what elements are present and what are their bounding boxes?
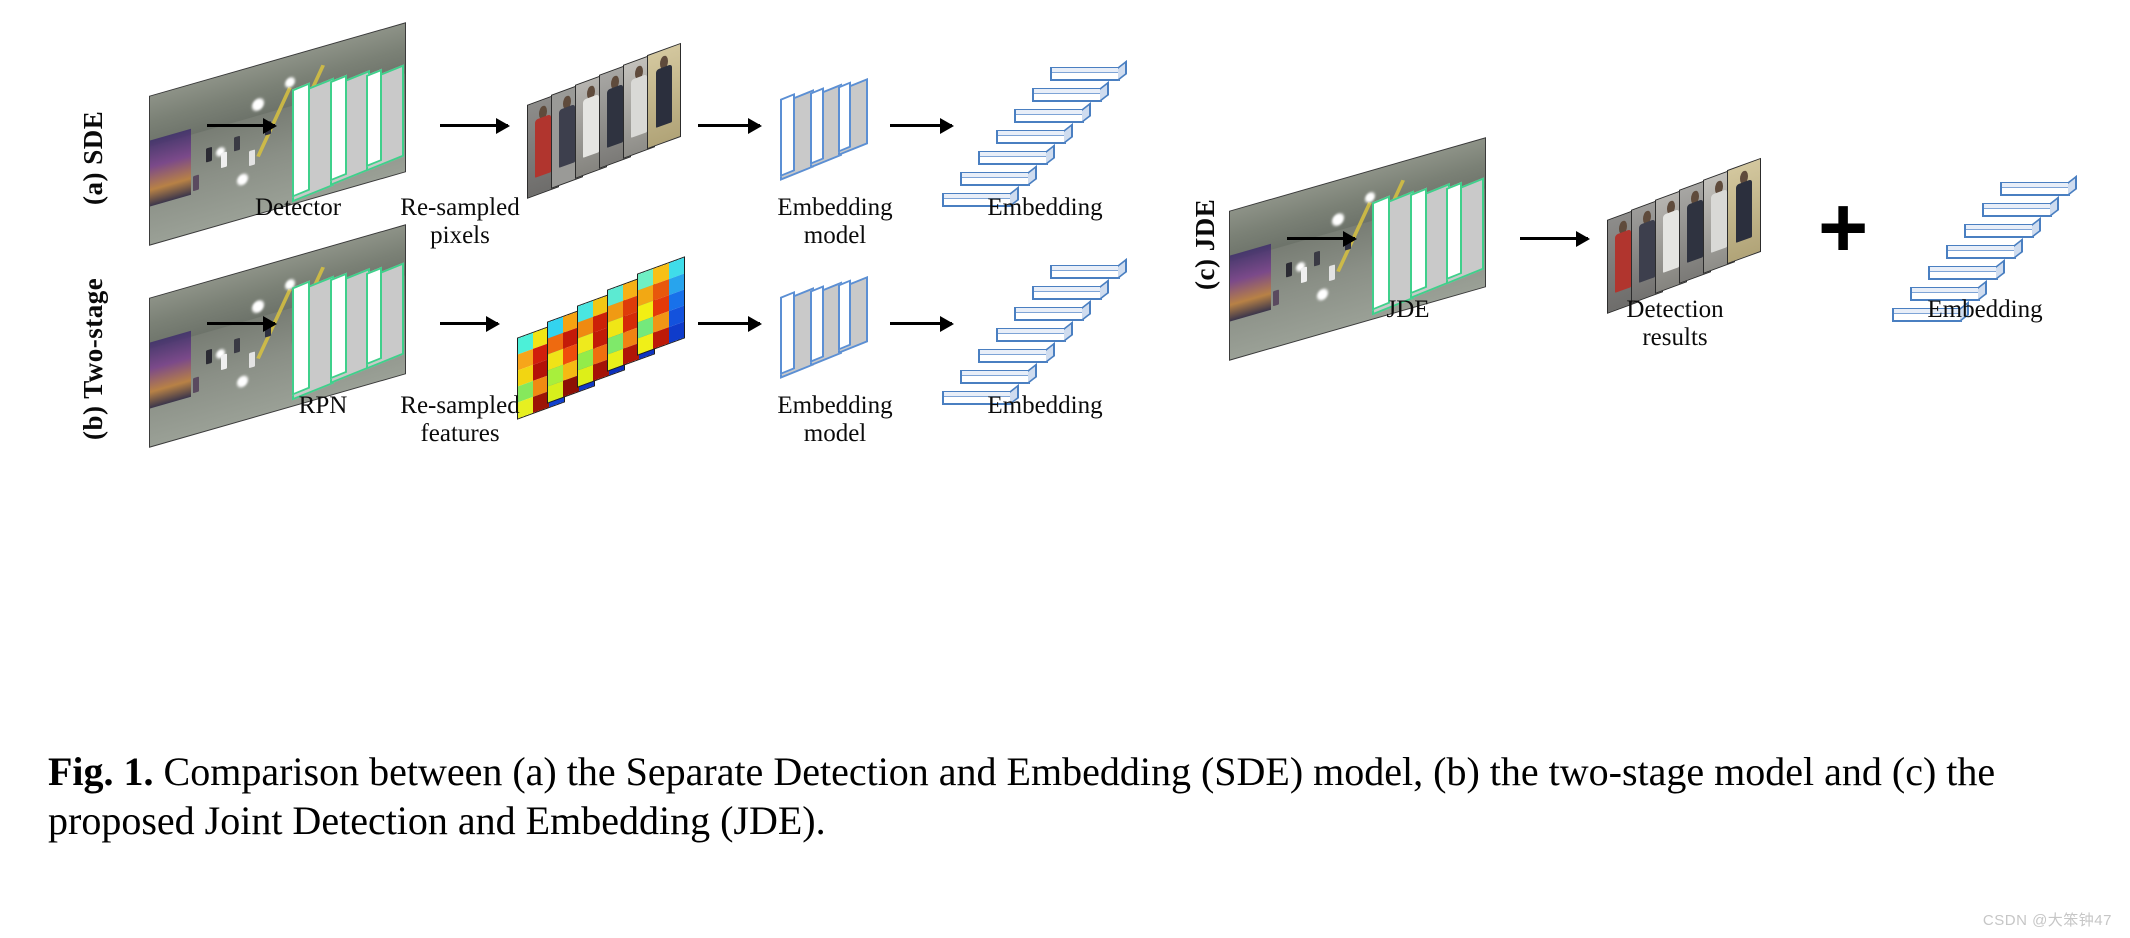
caption-re-sampled-features: Re-sampled features [400,392,520,447]
row-label-jde: (c) JDE [1190,198,1220,290]
scene-shopfront [150,129,191,207]
caption-embedding-model-two-stage: Embedding model [777,392,893,447]
embedding-bars-jde [1890,170,2080,322]
embedding-bar [1050,257,1127,279]
embedding-bar [996,122,1073,144]
conv-slab-face [330,74,347,182]
watermark: CSDN @大笨钟47 [1982,912,2112,929]
embedding-model-convnet-sde [780,72,890,182]
rpn-convnet [292,250,422,401]
conv-slab-face [780,92,795,178]
caption-embedding-sde: Embedding [987,194,1103,221]
figure-caption-label: Fig. 1. [48,749,154,794]
arrow-two-stage-1 [207,322,275,325]
scene-pedestrian [206,146,213,163]
arrow-sde-1 [207,124,275,127]
embedding-bar [1928,258,2005,280]
conv-slab-face [366,68,382,168]
conv-slab-face [838,81,851,153]
conv-slab-face [780,290,795,376]
scene-pedestrian [1301,266,1308,284]
embedding-bars-sde [940,55,1130,207]
figure-caption: Fig. 1. Comparison between (a) the Separ… [48,748,2088,846]
embedding-bar [2000,174,2077,196]
conv-slab-face [810,285,824,363]
person-patch [1728,159,1760,263]
scene-pedestrian [1273,289,1280,306]
arrow-sde-2 [440,124,508,127]
conv-slab-face [810,87,824,165]
figure-container: (a) SDE Detector Re-sampled pixels Embed… [0,0,2130,938]
detection-results-stack [1608,159,1768,313]
scene-shopfront [1230,244,1271,322]
scene-pedestrian [1286,261,1293,278]
re-sampled-pixels-stack [528,44,688,198]
embedding-bar [1032,278,1109,300]
scene-pedestrian [221,151,228,169]
scene-pedestrian [193,376,200,393]
embedding-bar [1050,59,1127,81]
arrow-jde-1 [1287,237,1355,240]
conv-slab-face [1446,181,1462,281]
caption-jde: JDE [1386,296,1430,323]
row-label-sde: (a) SDE [78,110,108,205]
figure-caption-text: Comparison between (a) the Separate Dete… [48,749,1996,843]
embedding-bars-two-stage [940,253,1130,405]
jde-convnet [1372,165,1502,316]
caption-embedding-two-stage: Embedding [987,392,1103,419]
caption-rpn: RPN [298,392,348,419]
embedding-bar [1014,101,1091,123]
scene-pedestrian [249,149,256,166]
embedding-bar [1964,216,2041,238]
scene-pedestrian [1329,264,1336,281]
scene-pedestrian [234,135,241,152]
caption-detector: Detector [254,194,342,221]
embedding-bar [960,164,1037,186]
embedding-model-convnet-two-stage [780,270,890,380]
feature-heatmap [638,257,684,355]
scene-pedestrian [1314,250,1321,267]
detector-convnet-sde [292,52,422,203]
conv-slab-face [1372,195,1390,311]
embedding-bar [978,341,1055,363]
embedding-bar [1032,80,1109,102]
embedding-bar [996,320,1073,342]
embedding-bar [1014,299,1091,321]
arrow-jde-2 [1520,237,1588,240]
arrow-sde-3 [698,124,760,127]
scene-pedestrian [221,353,228,371]
conv-slab-face [366,266,382,366]
conv-slab-face [292,280,310,396]
scene-pedestrian [249,351,256,368]
conv-slab-face [330,272,347,380]
embedding-bar [978,143,1055,165]
scene-pedestrian [234,337,241,354]
re-sampled-features-stack [518,257,698,419]
caption-embedding-jde: Embedding [1927,296,2043,323]
embedding-bar [1982,195,2059,217]
conv-slab-face [1410,187,1427,295]
row-label-two-stage: (b) Two-stage [78,277,108,440]
scene-pedestrian [206,348,213,365]
conv-slab-face [838,279,851,351]
person-patch [648,44,680,148]
scene-shopfront [150,331,191,409]
arrow-two-stage-3 [698,322,760,325]
conv-slab-face [292,82,310,198]
arrow-two-stage-2 [440,322,498,325]
caption-detection-results: Detection results [1626,296,1724,351]
scene-pedestrian [193,174,200,191]
embedding-bar [960,362,1037,384]
caption-embedding-model: Embedding model [777,194,893,249]
embedding-bar [1946,237,2023,259]
plus-operator: + [1818,180,1869,276]
